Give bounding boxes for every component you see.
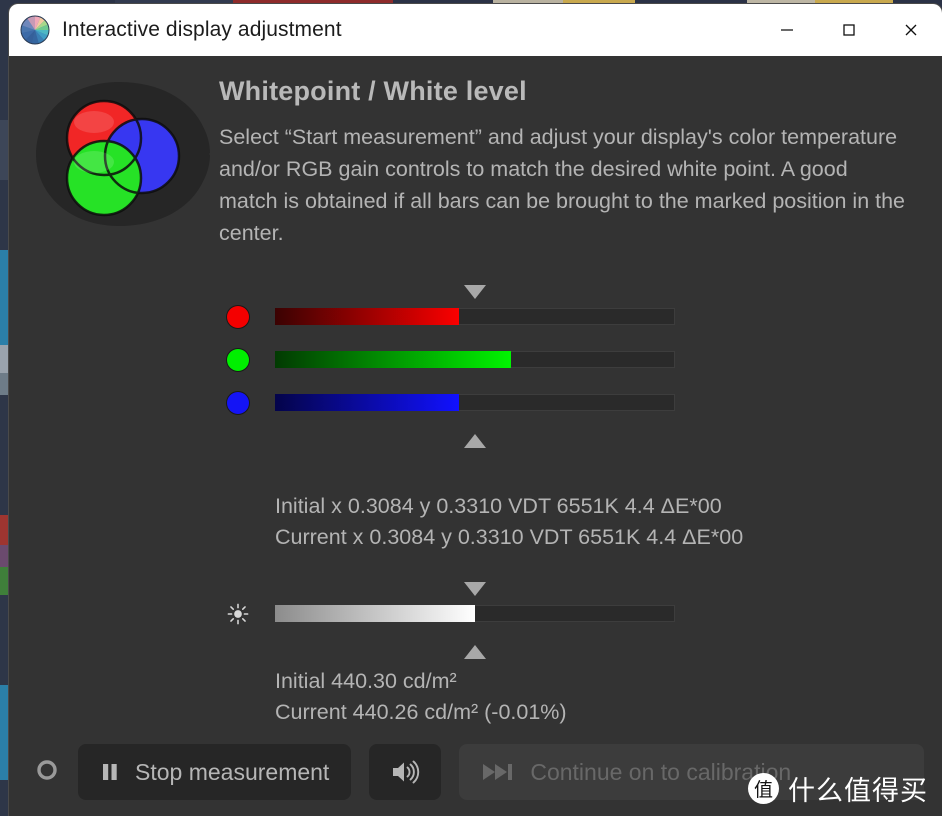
triangle-up-icon: [464, 645, 486, 659]
window-title: Interactive display adjustment: [62, 18, 342, 42]
blue-channel-track[interactable]: [275, 394, 675, 411]
interactive-display-adjustment-window: Interactive display adjustment: [9, 4, 942, 816]
red-channel-dot-icon: [227, 306, 249, 328]
watermark-badge: 值: [748, 773, 779, 804]
page-title: Whitepoint / White level: [219, 76, 919, 107]
luminance-readout: Initial 440.30 cd/m² Current 440.26 cd/m…: [275, 666, 567, 728]
page-description: Select “Start measurement” and adjust yo…: [219, 121, 909, 249]
green-channel-track[interactable]: [275, 351, 675, 368]
luminance-current-line: Current 440.26 cd/m² (-0.01%): [275, 697, 567, 728]
stop-measurement-button[interactable]: Stop measurement: [78, 744, 351, 800]
triangle-down-icon: [464, 285, 486, 299]
title-bar[interactable]: Interactive display adjustment: [9, 4, 942, 56]
rgb-slider-group: [219, 281, 689, 454]
brightness-sun-icon: [227, 601, 249, 627]
window-content: Whitepoint / White level Select “Start m…: [9, 56, 942, 816]
triangle-down-icon: [464, 582, 486, 596]
brightness-target-marker-bottom: [219, 643, 689, 665]
minimize-button[interactable]: [756, 4, 818, 56]
pause-icon: [100, 761, 120, 783]
brightness-slider-row[interactable]: [219, 600, 689, 627]
luminance-initial-line: Initial 440.30 cd/m²: [275, 666, 567, 697]
stop-measurement-label: Stop measurement: [135, 759, 329, 786]
brightness-track[interactable]: [275, 605, 675, 622]
red-channel-track[interactable]: [275, 308, 675, 325]
minimize-icon: [779, 22, 795, 38]
brightness-fill: [275, 605, 475, 622]
close-button[interactable]: [880, 4, 942, 56]
whitepoint-initial-line: Initial x 0.3084 y 0.3310 VDT 6551K 4.4 …: [275, 491, 743, 522]
blue-channel-fill: [275, 394, 459, 411]
brightness-target-marker-top: [219, 578, 689, 600]
color-wheel-icon: [20, 15, 50, 45]
rgb-target-marker-top: [219, 281, 689, 303]
rgb-slider-row-blue[interactable]: [219, 389, 689, 416]
window-controls: [756, 4, 942, 56]
rgb-slider-row-green[interactable]: [219, 346, 689, 373]
close-icon: [903, 22, 919, 38]
watermark-text: 什么值得买: [788, 769, 928, 808]
triangle-up-icon: [464, 434, 486, 448]
green-channel-fill: [275, 351, 511, 368]
maximize-button[interactable]: [818, 4, 880, 56]
red-channel-fill: [275, 308, 459, 325]
watermark: 值 什么值得买: [748, 769, 928, 808]
skip-forward-icon: [481, 761, 515, 783]
green-channel-dot-icon: [227, 349, 249, 371]
rgb-target-marker-bottom: [219, 432, 689, 454]
rgb-venn-logo: [24, 74, 214, 234]
sound-toggle-button[interactable]: [369, 744, 441, 800]
rgb-slider-row-red[interactable]: [219, 303, 689, 330]
status-ring-icon: [34, 757, 60, 788]
blue-channel-dot-icon: [227, 392, 249, 414]
brightness-slider-group: [219, 578, 689, 665]
speaker-icon: [390, 759, 420, 785]
main-text-column: Whitepoint / White level Select “Start m…: [219, 76, 919, 249]
whitepoint-readout: Initial x 0.3084 y 0.3310 VDT 6551K 4.4 …: [275, 491, 743, 553]
whitepoint-current-line: Current x 0.3084 y 0.3310 VDT 6551K 4.4 …: [275, 522, 743, 553]
maximize-icon: [841, 22, 857, 38]
